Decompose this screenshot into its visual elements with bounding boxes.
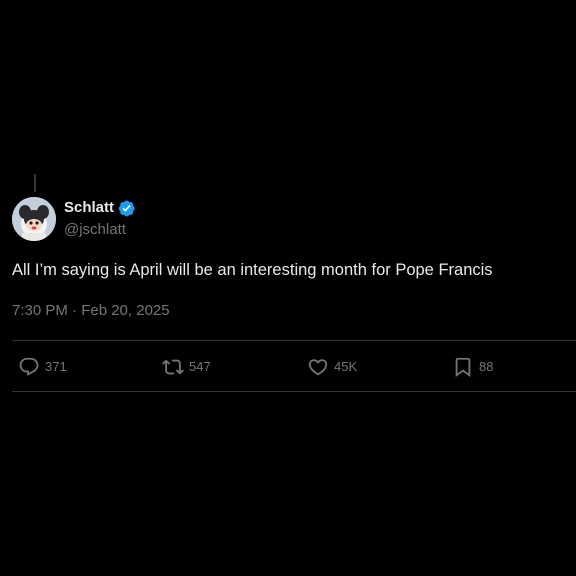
author-handle[interactable]: @jschlatt — [64, 220, 126, 240]
reply-button[interactable]: 371 — [18, 355, 67, 379]
reply-count: 371 — [45, 359, 67, 374]
heart-icon — [308, 359, 328, 376]
thread-connector-line — [34, 174, 36, 192]
retweet-button[interactable]: 547 — [162, 355, 211, 379]
retweet-icon — [162, 359, 184, 375]
divider — [12, 340, 576, 341]
avatar[interactable] — [12, 197, 56, 241]
like-button[interactable]: 45K — [307, 355, 357, 379]
retweet-count: 547 — [189, 359, 211, 374]
bookmark-count: 88 — [479, 359, 494, 374]
verified-badge-icon — [117, 199, 136, 218]
bookmark-icon — [455, 357, 471, 378]
tweet-text: All I’m saying is April will be an inter… — [12, 261, 493, 279]
divider — [12, 391, 576, 392]
author-display-name[interactable]: Schlatt — [64, 198, 114, 218]
avatar-image — [12, 197, 56, 241]
like-count: 45K — [334, 359, 358, 374]
author-name-row: Schlatt — [64, 198, 136, 218]
reply-icon — [19, 357, 39, 376]
tweet-timestamp[interactable]: 7:30 PM · Feb 20, 2025 — [12, 301, 170, 321]
bookmark-button[interactable]: 88 — [452, 355, 493, 379]
